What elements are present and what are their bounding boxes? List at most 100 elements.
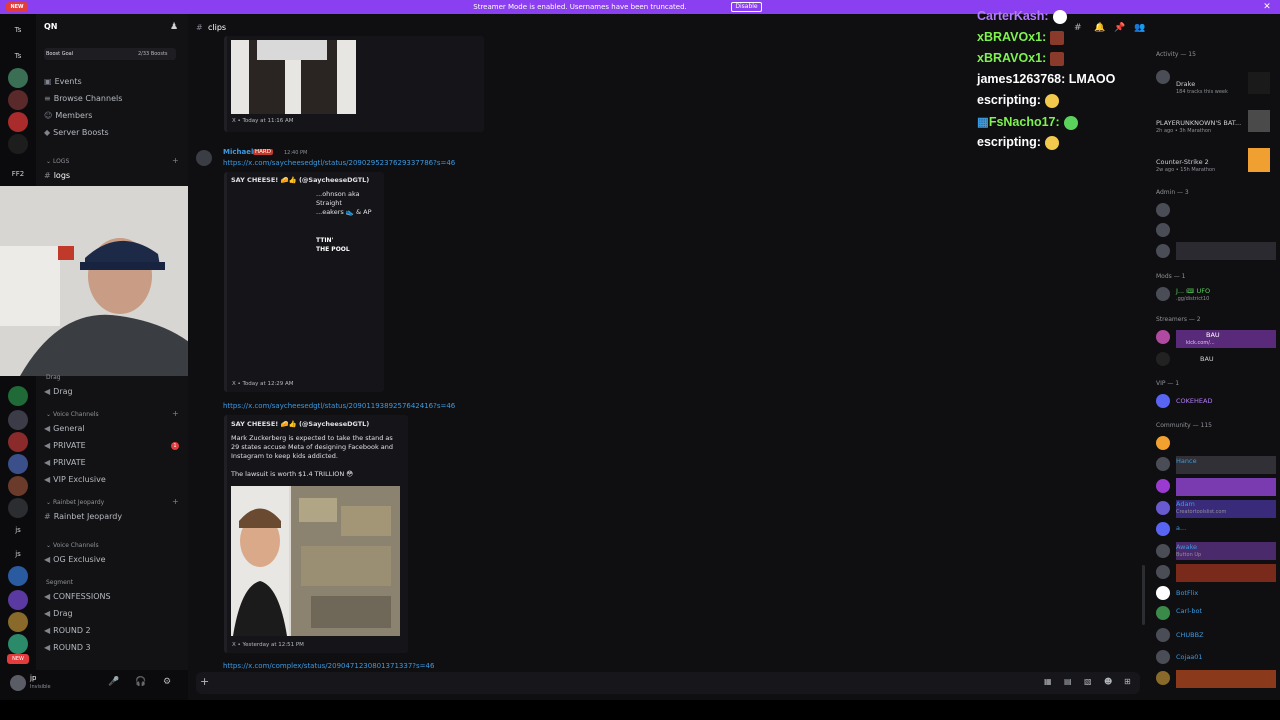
member-avatar[interactable] bbox=[1156, 606, 1170, 620]
member-avatar[interactable] bbox=[1156, 436, 1170, 450]
message-input[interactable] bbox=[196, 672, 1140, 694]
nav-members[interactable]: ☺ Members bbox=[44, 110, 92, 122]
member-name[interactable]: BotFlix bbox=[1176, 589, 1198, 597]
channel-drag[interactable]: ◀ Drag bbox=[44, 386, 73, 398]
activity-name[interactable]: Drake bbox=[1176, 80, 1195, 88]
activity-avatar[interactable] bbox=[1156, 70, 1170, 84]
category-rainbet[interactable]: ⌄ Rainbet Jeopardy bbox=[46, 498, 104, 508]
close-icon[interactable]: ✕ bbox=[1261, 1, 1273, 13]
member-avatar[interactable] bbox=[1156, 352, 1170, 366]
server-icon[interactable] bbox=[8, 68, 28, 88]
member-avatar[interactable] bbox=[1156, 479, 1170, 493]
server-icon[interactable] bbox=[8, 454, 28, 474]
member-name[interactable]: J... 🎟 UFO bbox=[1176, 287, 1210, 295]
channel-private-2[interactable]: ◀ PRIVATE bbox=[44, 457, 86, 469]
member-name[interactable]: CHUBBZ bbox=[1176, 631, 1204, 639]
category-voice-channels[interactable]: ⌄ Voice Channels bbox=[46, 410, 99, 420]
server-icon-ff2[interactable]: FF2 bbox=[8, 164, 28, 184]
server-icon[interactable] bbox=[8, 432, 28, 452]
channel-general[interactable]: ◀ General bbox=[44, 423, 85, 435]
add-member-icon[interactable]: ♟ bbox=[170, 22, 178, 32]
microphone-icon[interactable]: 🎤 bbox=[108, 677, 119, 687]
server-icon-js[interactable]: js bbox=[8, 520, 28, 540]
member-avatar[interactable] bbox=[1156, 565, 1170, 579]
server-icon[interactable] bbox=[8, 498, 28, 518]
embed-title[interactable]: SAY CHEESE! 🧀👍 (@SaycheeseDGTL) bbox=[231, 176, 369, 185]
threads-icon[interactable]: # bbox=[1074, 23, 1082, 33]
channel-rainbet-jeopardy[interactable]: # Rainbet Jeopardy bbox=[44, 511, 122, 523]
add-channel-icon[interactable]: + bbox=[172, 497, 179, 506]
gift-icon[interactable]: ▦ bbox=[1044, 677, 1052, 686]
member-list-icon[interactable]: 👥 bbox=[1134, 23, 1145, 33]
server-icon[interactable] bbox=[8, 590, 28, 610]
nav-browse-channels[interactable]: ≡ Browse Channels bbox=[44, 93, 122, 105]
category-logs[interactable]: ⌄ LOGS bbox=[46, 157, 69, 167]
server-icon[interactable] bbox=[8, 634, 28, 654]
nav-events[interactable]: ▣ Events bbox=[44, 76, 82, 88]
member-name[interactable]: Cojaa01 bbox=[1176, 653, 1203, 661]
member-avatar[interactable] bbox=[1156, 394, 1170, 408]
channel-private[interactable]: ◀ PRIVATE bbox=[44, 440, 86, 452]
channel-og-exclusive[interactable]: ◀ OG Exclusive bbox=[44, 554, 106, 566]
member-name[interactable]: Hance bbox=[1176, 457, 1197, 465]
member-avatar[interactable] bbox=[1156, 586, 1170, 600]
channel-round-3[interactable]: ◀ ROUND 3 bbox=[44, 642, 91, 654]
add-attachment-icon[interactable]: + bbox=[200, 675, 209, 688]
message-author[interactable]: Michael bbox=[223, 148, 253, 156]
activity-name[interactable]: PLAYERUNKNOWN'S BAT... bbox=[1156, 119, 1241, 127]
apps-icon[interactable]: ⊞ bbox=[1124, 677, 1131, 686]
scrollbar[interactable] bbox=[1142, 565, 1145, 625]
member-avatar[interactable] bbox=[1156, 330, 1170, 344]
add-channel-icon[interactable]: + bbox=[172, 409, 179, 418]
channel-round-2[interactable]: ◀ ROUND 2 bbox=[44, 625, 91, 637]
pin-icon[interactable]: 📌 bbox=[1114, 23, 1125, 33]
channel-confessions[interactable]: ◀ CONFESSIONS bbox=[44, 591, 111, 603]
member-avatar[interactable] bbox=[1156, 223, 1170, 237]
member-avatar[interactable] bbox=[1156, 501, 1170, 515]
server-icon[interactable] bbox=[8, 612, 28, 632]
member-name[interactable]: COKEHEAD bbox=[1176, 397, 1212, 405]
sticker-icon[interactable]: ▧ bbox=[1084, 677, 1092, 686]
member-name[interactable]: Awake bbox=[1176, 543, 1197, 551]
message-link[interactable]: https://x.com/complex/status/20904712308… bbox=[223, 662, 434, 670]
member-avatar[interactable] bbox=[1156, 522, 1170, 536]
channel-drag-2[interactable]: ◀ Drag bbox=[44, 608, 73, 620]
disable-streamer-mode-button[interactable]: Disable bbox=[731, 2, 762, 12]
member-avatar[interactable] bbox=[1156, 244, 1170, 258]
avatar[interactable] bbox=[10, 675, 26, 691]
gif-icon[interactable]: ▤ bbox=[1064, 677, 1072, 686]
avatar[interactable] bbox=[196, 150, 212, 166]
server-icon[interactable] bbox=[8, 90, 28, 110]
message-link[interactable]: https://x.com/saycheesedgtl/status/20901… bbox=[223, 402, 455, 410]
member-name[interactable]: Adam bbox=[1176, 500, 1195, 508]
channel-vip-exclusive[interactable]: ◀ VIP Exclusive bbox=[44, 474, 106, 486]
embed-image[interactable] bbox=[231, 486, 400, 636]
server-icon[interactable] bbox=[8, 134, 28, 154]
member-name[interactable]: a... bbox=[1176, 524, 1186, 532]
member-avatar[interactable] bbox=[1156, 457, 1170, 471]
member-avatar[interactable] bbox=[1156, 650, 1170, 664]
server-name[interactable]: QN bbox=[44, 22, 58, 31]
member-avatar[interactable] bbox=[1156, 544, 1170, 558]
server-icon-ts[interactable]: Ts bbox=[8, 20, 28, 40]
nav-server-boosts[interactable]: ◆ Server Boosts bbox=[44, 127, 109, 139]
server-icon[interactable] bbox=[8, 410, 28, 430]
category-voice-channels-2[interactable]: ⌄ Voice Channels bbox=[46, 541, 99, 551]
server-icon-js-2[interactable]: js bbox=[8, 544, 28, 564]
headphones-icon[interactable]: 🎧 bbox=[135, 677, 146, 687]
member-avatar[interactable] bbox=[1156, 671, 1170, 685]
member-avatar[interactable] bbox=[1156, 628, 1170, 642]
member-name[interactable]: Carl-bot bbox=[1176, 607, 1202, 615]
activity-name[interactable]: Counter-Strike 2 bbox=[1156, 158, 1209, 166]
server-icon[interactable] bbox=[8, 476, 28, 496]
server-icon[interactable] bbox=[8, 566, 28, 586]
member-avatar[interactable] bbox=[1156, 287, 1170, 301]
emoji-icon[interactable]: ☻ bbox=[1104, 677, 1112, 686]
embed-image[interactable] bbox=[231, 40, 356, 114]
server-icon-ts-2[interactable]: Ts bbox=[8, 46, 28, 66]
category-segment[interactable]: Segment bbox=[46, 578, 73, 588]
bell-icon[interactable]: 🔔 bbox=[1094, 23, 1105, 33]
message-link[interactable]: https://x.com/saycheesedgtl/status/20902… bbox=[223, 159, 455, 167]
gear-icon[interactable]: ⚙ bbox=[163, 677, 171, 687]
add-channel-icon[interactable]: + bbox=[172, 156, 179, 165]
